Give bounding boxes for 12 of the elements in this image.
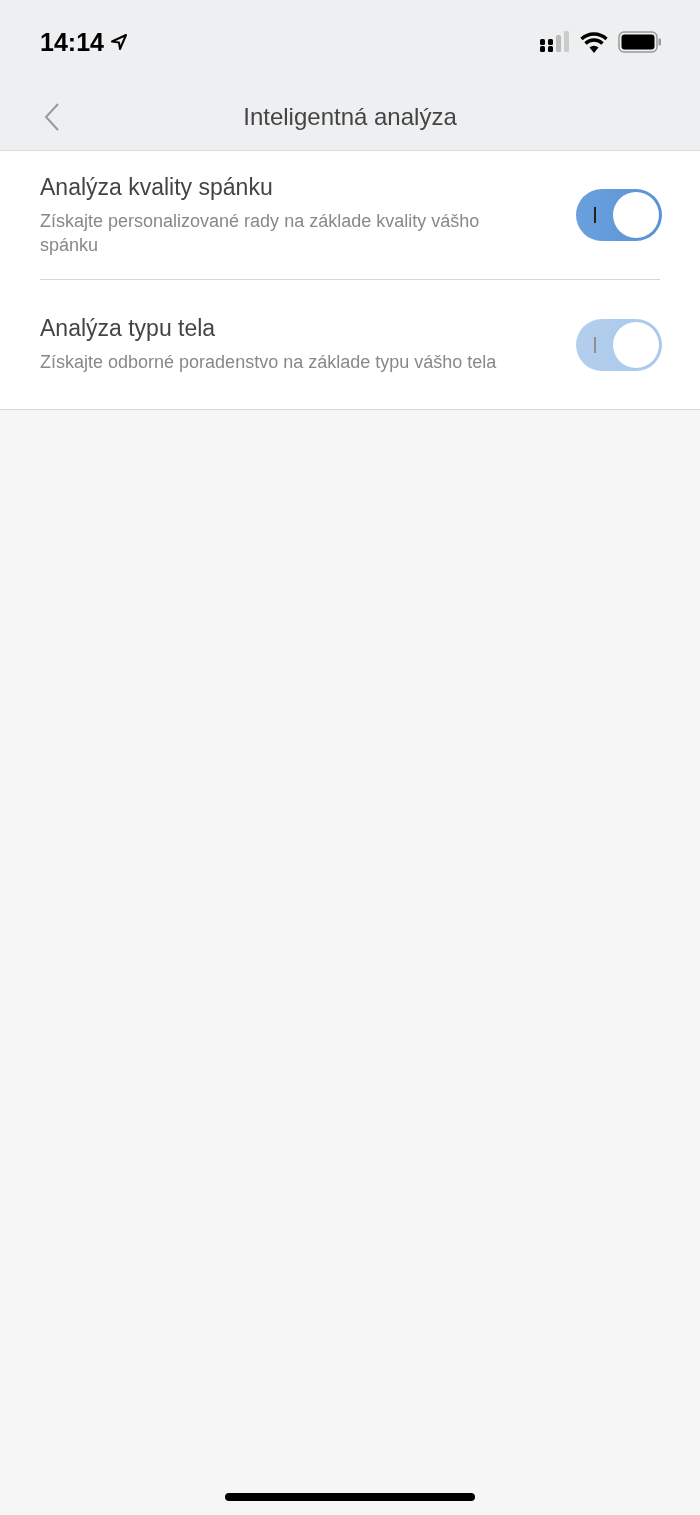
location-arrow-icon — [109, 33, 128, 51]
setting-title: Analýza typu tela — [40, 315, 217, 342]
page-title: Inteligentná analýza — [243, 103, 457, 131]
toggle-switch[interactable] — [576, 189, 662, 241]
status-time: 14:14 — [40, 27, 104, 57]
setting-title: Analýza kvality spánku — [40, 173, 274, 201]
setting-description: Získajte odborné poradenstvo na základe typu vášho tela — [40, 351, 498, 374]
battery-icon — [618, 31, 662, 53]
back-icon[interactable] — [44, 102, 60, 132]
setting-description: Získajte personalizované rady na základe kvality vášho spánku — [40, 209, 481, 257]
cellular-signal-icon — [540, 31, 570, 53]
wifi-icon — [580, 31, 608, 53]
